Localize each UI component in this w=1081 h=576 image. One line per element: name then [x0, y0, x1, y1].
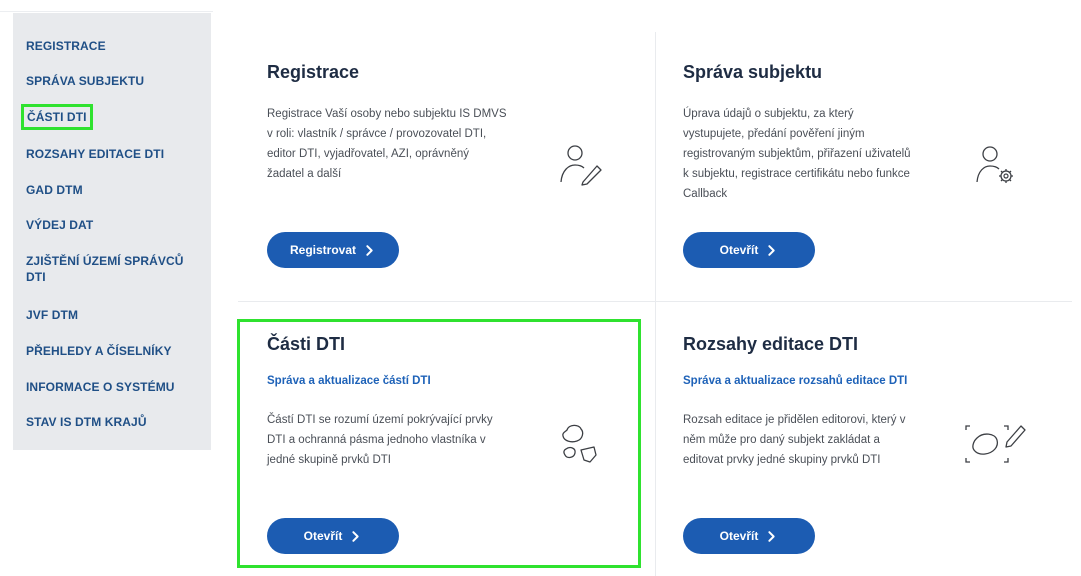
sidebar-item-gad-dtm[interactable]: GAD DTM — [26, 182, 83, 198]
button-label: Registrovat — [289, 243, 357, 257]
button-label: Otevřít — [719, 243, 759, 257]
sidebar-item-casti-dti[interactable]: ČÁSTI DTI — [21, 104, 93, 130]
sidebar-item-sprava-subjektu[interactable]: SPRÁVA SUBJEKTU — [26, 73, 144, 89]
card-divider-vertical — [655, 32, 656, 576]
sidebar-item-zjisteni-uzemi-spravcu-dti[interactable]: ZJIŠTĚNÍ ÚZEMÍ SPRÁVCŮ DTI — [26, 253, 201, 285]
sidebar-item-jvf-dtm[interactable]: JVF DTM — [26, 307, 78, 323]
registrovat-button[interactable]: Registrovat — [267, 232, 399, 268]
card-subtitle: Správa a aktualizace rozsahů editace DTI — [683, 375, 908, 387]
area-edit-icon — [965, 425, 1026, 463]
sprava-subjektu-open-button[interactable]: Otevřít — [683, 232, 815, 268]
chevron-right-icon — [366, 244, 373, 256]
chevron-right-icon — [768, 244, 775, 256]
sidebar-item-rozsahy-editace-dti[interactable]: ROZSAHY EDITACE DTI — [26, 146, 164, 162]
sidebar-item-prehledy-a-ciselniky[interactable]: PŘEHLEDY A ČÍSELNÍKY — [26, 343, 172, 359]
chevron-right-icon — [768, 530, 775, 542]
card-description: Registrace Vaší osoby nebo subjektu IS D… — [267, 108, 507, 180]
user-edit-icon — [560, 145, 602, 186]
selected-card-highlight — [237, 319, 641, 568]
card-title: Správa subjektu — [683, 62, 823, 82]
sidebar-item-stav-is-dtm-kraju[interactable]: STAV IS DTM KRAJŮ — [26, 414, 147, 430]
button-label: Otevřít — [719, 529, 759, 543]
card-title: Registrace — [267, 62, 360, 82]
sidebar: REGISTRACE SPRÁVA SUBJEKTU ČÁSTI DTI ROZ… — [13, 13, 211, 450]
rozsahy-editace-open-button[interactable]: Otevřít — [683, 518, 815, 554]
card-divider-horizontal — [238, 301, 1072, 302]
user-settings-icon — [976, 146, 1013, 183]
card-title: Rozsahy editace DTI — [683, 334, 859, 354]
sidebar-item-registrace[interactable]: REGISTRACE — [26, 38, 106, 54]
sidebar-item-informace-o-systemu[interactable]: INFORMACE O SYSTÉMU — [26, 379, 175, 395]
card-description: Rozsah editace je přidělen editorovi, kt… — [683, 414, 906, 466]
card-description: Úprava údajů o subjektu, za který vystup… — [683, 108, 911, 200]
sidebar-item-vydej-dat[interactable]: VÝDEJ DAT — [26, 217, 93, 233]
